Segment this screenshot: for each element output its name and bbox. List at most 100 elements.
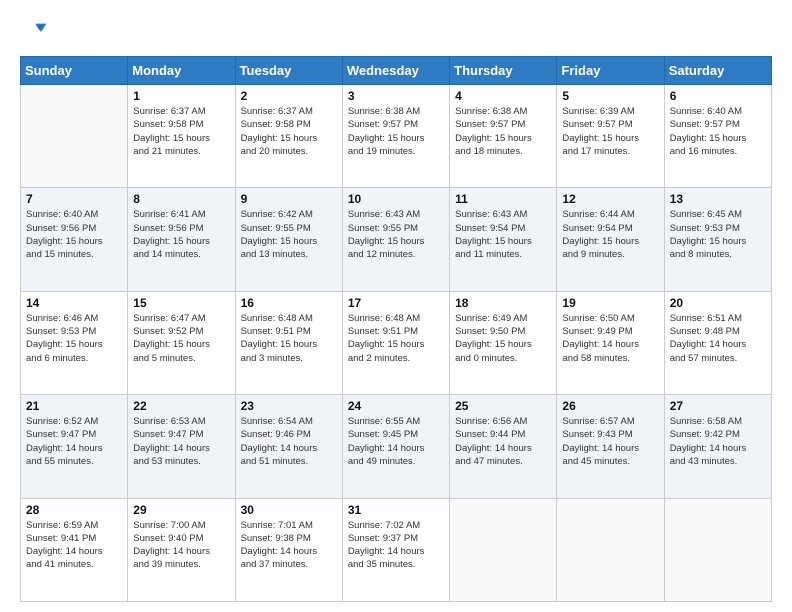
day-info: Sunrise: 6:46 AM Sunset: 9:53 PM Dayligh…: [26, 312, 122, 365]
calendar-cell: 27 Sunrise: 6:58 AM Sunset: 9:42 PM Dayli…: [664, 395, 771, 498]
day-number: 5: [562, 89, 658, 103]
calendar-cell: 25 Sunrise: 6:56 AM Sunset: 9:44 PM Dayli…: [450, 395, 557, 498]
day-number: 24: [348, 399, 444, 413]
calendar-cell: 4Sunrise: 6:38 AM Sunset: 9:57 PM Daylig…: [450, 85, 557, 188]
day-number: 19: [562, 296, 658, 310]
day-info: Sunrise: 6:45 AM Sunset: 9:53 PM Dayligh…: [670, 208, 766, 261]
weekday-monday: Monday: [128, 57, 235, 85]
day-info: Sunrise: 6:48 AM Sunset: 9:51 PM Dayligh…: [348, 312, 444, 365]
calendar-cell: 31 Sunrise: 7:02 AM Sunset: 9:37 PM Dayli…: [342, 498, 449, 601]
day-number: 20: [670, 296, 766, 310]
calendar-cell: 12Sunrise: 6:44 AM Sunset: 9:54 PM Dayli…: [557, 188, 664, 291]
day-info: Sunrise: 6:56 AM Sunset: 9:44 PM Dayligh…: [455, 415, 551, 468]
day-number: 13: [670, 192, 766, 206]
day-info: Sunrise: 6:52 AM Sunset: 9:47 PM Dayligh…: [26, 415, 122, 468]
day-info: Sunrise: 7:00 AM Sunset: 9:40 PM Dayligh…: [133, 519, 229, 572]
calendar-cell: 18 Sunrise: 6:49 AM Sunset: 9:50 PM Dayli…: [450, 291, 557, 394]
day-info: Sunrise: 6:48 AM Sunset: 9:51 PM Dayligh…: [241, 312, 337, 365]
calendar-cell: 14 Sunrise: 6:46 AM Sunset: 9:53 PM Dayli…: [21, 291, 128, 394]
day-info: Sunrise: 6:54 AM Sunset: 9:46 PM Dayligh…: [241, 415, 337, 468]
day-number: 21: [26, 399, 122, 413]
header: [20, 18, 772, 46]
day-info: Sunrise: 6:39 AM Sunset: 9:57 PM Dayligh…: [562, 105, 658, 158]
day-info: Sunrise: 6:40 AM Sunset: 9:56 PM Dayligh…: [26, 208, 122, 261]
week-row-3: 14 Sunrise: 6:46 AM Sunset: 9:53 PM Dayli…: [21, 291, 772, 394]
calendar-cell: 13 Sunrise: 6:45 AM Sunset: 9:53 PM Dayli…: [664, 188, 771, 291]
day-number: 8: [133, 192, 229, 206]
calendar-table: SundayMondayTuesdayWednesdayThursdayFrid…: [20, 56, 772, 602]
day-number: 2: [241, 89, 337, 103]
day-info: Sunrise: 6:42 AM Sunset: 9:55 PM Dayligh…: [241, 208, 337, 261]
day-number: 25: [455, 399, 551, 413]
logo-icon: [20, 18, 48, 46]
day-number: 12: [562, 192, 658, 206]
calendar-cell: 9Sunrise: 6:42 AM Sunset: 9:55 PM Daylig…: [235, 188, 342, 291]
day-info: Sunrise: 6:49 AM Sunset: 9:50 PM Dayligh…: [455, 312, 551, 365]
calendar-cell: 8 Sunrise: 6:41 AM Sunset: 9:56 PM Daylig…: [128, 188, 235, 291]
day-number: 16: [241, 296, 337, 310]
day-number: 11: [455, 192, 551, 206]
calendar-cell: [450, 498, 557, 601]
weekday-thursday: Thursday: [450, 57, 557, 85]
weekday-tuesday: Tuesday: [235, 57, 342, 85]
calendar-cell: 17Sunrise: 6:48 AM Sunset: 9:51 PM Dayli…: [342, 291, 449, 394]
day-info: Sunrise: 6:40 AM Sunset: 9:57 PM Dayligh…: [670, 105, 766, 158]
day-info: Sunrise: 6:50 AM Sunset: 9:49 PM Dayligh…: [562, 312, 658, 365]
calendar-cell: 20 Sunrise: 6:51 AM Sunset: 9:48 PM Dayli…: [664, 291, 771, 394]
day-number: 18: [455, 296, 551, 310]
day-info: Sunrise: 7:02 AM Sunset: 9:37 PM Dayligh…: [348, 519, 444, 572]
calendar-cell: 5 Sunrise: 6:39 AM Sunset: 9:57 PM Daylig…: [557, 85, 664, 188]
day-number: 22: [133, 399, 229, 413]
day-number: 3: [348, 89, 444, 103]
weekday-wednesday: Wednesday: [342, 57, 449, 85]
calendar-cell: 24 Sunrise: 6:55 AM Sunset: 9:45 PM Dayli…: [342, 395, 449, 498]
page: SundayMondayTuesdayWednesdayThursdayFrid…: [0, 0, 792, 612]
day-info: Sunrise: 6:51 AM Sunset: 9:48 PM Dayligh…: [670, 312, 766, 365]
calendar-cell: 28 Sunrise: 6:59 AM Sunset: 9:41 PM Dayli…: [21, 498, 128, 601]
weekday-header-row: SundayMondayTuesdayWednesdayThursdayFrid…: [21, 57, 772, 85]
weekday-friday: Friday: [557, 57, 664, 85]
day-info: Sunrise: 6:47 AM Sunset: 9:52 PM Dayligh…: [133, 312, 229, 365]
day-number: 1: [133, 89, 229, 103]
day-info: Sunrise: 6:55 AM Sunset: 9:45 PM Dayligh…: [348, 415, 444, 468]
calendar-cell: 15 Sunrise: 6:47 AM Sunset: 9:52 PM Dayli…: [128, 291, 235, 394]
day-number: 31: [348, 503, 444, 517]
week-row-2: 7Sunrise: 6:40 AM Sunset: 9:56 PM Daylig…: [21, 188, 772, 291]
weekday-sunday: Sunday: [21, 57, 128, 85]
day-info: Sunrise: 6:37 AM Sunset: 9:58 PM Dayligh…: [133, 105, 229, 158]
calendar-cell: [664, 498, 771, 601]
calendar-cell: 7Sunrise: 6:40 AM Sunset: 9:56 PM Daylig…: [21, 188, 128, 291]
day-info: Sunrise: 6:37 AM Sunset: 9:58 PM Dayligh…: [241, 105, 337, 158]
logo: [20, 18, 52, 46]
calendar-cell: 22Sunrise: 6:53 AM Sunset: 9:47 PM Dayli…: [128, 395, 235, 498]
week-row-4: 21 Sunrise: 6:52 AM Sunset: 9:47 PM Dayli…: [21, 395, 772, 498]
calendar-cell: 19 Sunrise: 6:50 AM Sunset: 9:49 PM Dayli…: [557, 291, 664, 394]
day-number: 15: [133, 296, 229, 310]
day-info: Sunrise: 6:43 AM Sunset: 9:54 PM Dayligh…: [455, 208, 551, 261]
calendar-cell: 6Sunrise: 6:40 AM Sunset: 9:57 PM Daylig…: [664, 85, 771, 188]
day-info: Sunrise: 6:43 AM Sunset: 9:55 PM Dayligh…: [348, 208, 444, 261]
calendar-cell: 11 Sunrise: 6:43 AM Sunset: 9:54 PM Dayli…: [450, 188, 557, 291]
day-number: 27: [670, 399, 766, 413]
day-info: Sunrise: 6:41 AM Sunset: 9:56 PM Dayligh…: [133, 208, 229, 261]
day-number: 26: [562, 399, 658, 413]
day-info: Sunrise: 6:38 AM Sunset: 9:57 PM Dayligh…: [455, 105, 551, 158]
calendar-cell: 1 Sunrise: 6:37 AM Sunset: 9:58 PM Daylig…: [128, 85, 235, 188]
calendar-cell: 3Sunrise: 6:38 AM Sunset: 9:57 PM Daylig…: [342, 85, 449, 188]
day-info: Sunrise: 6:58 AM Sunset: 9:42 PM Dayligh…: [670, 415, 766, 468]
calendar-cell: 2 Sunrise: 6:37 AM Sunset: 9:58 PM Daylig…: [235, 85, 342, 188]
calendar-cell: 23Sunrise: 6:54 AM Sunset: 9:46 PM Dayli…: [235, 395, 342, 498]
calendar-cell: 26 Sunrise: 6:57 AM Sunset: 9:43 PM Dayli…: [557, 395, 664, 498]
day-number: 29: [133, 503, 229, 517]
week-row-1: 1 Sunrise: 6:37 AM Sunset: 9:58 PM Daylig…: [21, 85, 772, 188]
day-number: 28: [26, 503, 122, 517]
week-row-5: 28 Sunrise: 6:59 AM Sunset: 9:41 PM Dayli…: [21, 498, 772, 601]
calendar-cell: 21 Sunrise: 6:52 AM Sunset: 9:47 PM Dayli…: [21, 395, 128, 498]
calendar-cell: 30Sunrise: 7:01 AM Sunset: 9:38 PM Dayli…: [235, 498, 342, 601]
day-info: Sunrise: 6:59 AM Sunset: 9:41 PM Dayligh…: [26, 519, 122, 572]
calendar-cell: 29 Sunrise: 7:00 AM Sunset: 9:40 PM Dayli…: [128, 498, 235, 601]
day-info: Sunrise: 7:01 AM Sunset: 9:38 PM Dayligh…: [241, 519, 337, 572]
day-number: 14: [26, 296, 122, 310]
day-info: Sunrise: 6:57 AM Sunset: 9:43 PM Dayligh…: [562, 415, 658, 468]
calendar-cell: 16 Sunrise: 6:48 AM Sunset: 9:51 PM Dayli…: [235, 291, 342, 394]
